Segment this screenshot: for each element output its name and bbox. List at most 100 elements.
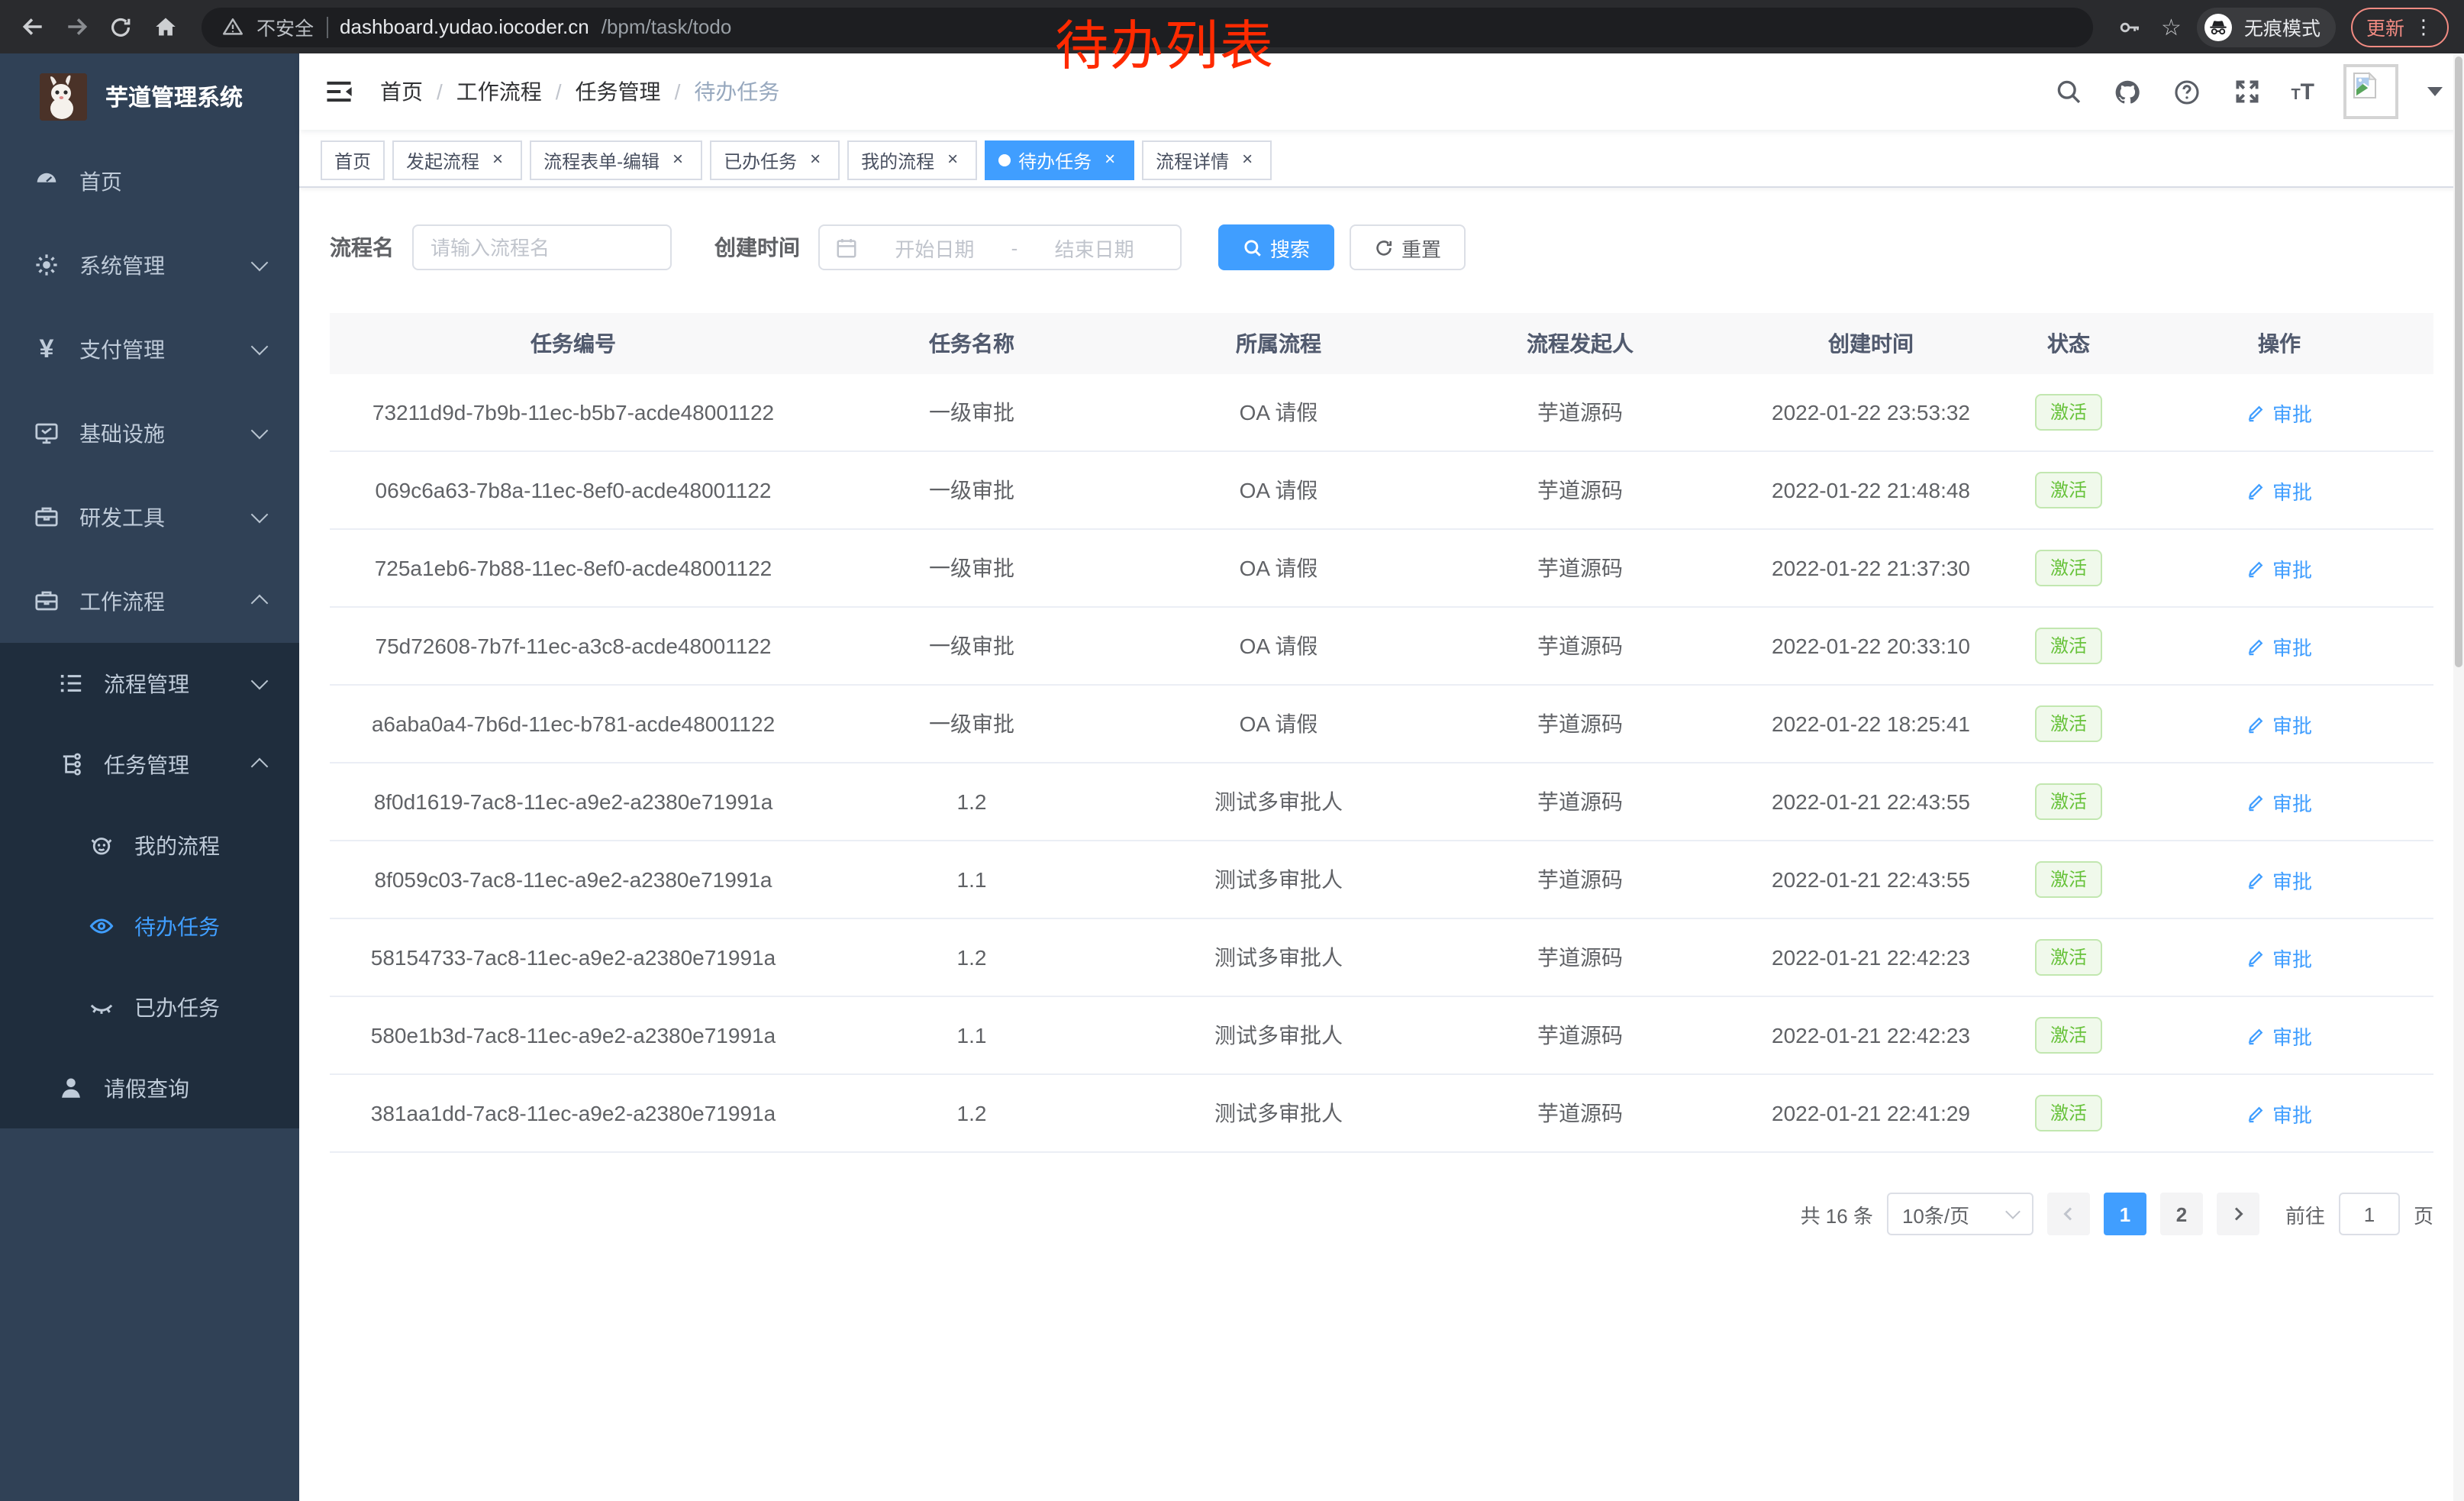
status-badge: 激活 (2035, 1095, 2102, 1131)
logo-rabbit-image (40, 73, 87, 120)
approve-link[interactable]: 审批 (2246, 1099, 2312, 1128)
table-row: 73211d9d-7b9b-11ec-b5b7-acde48001122 一级审… (330, 374, 2433, 451)
fullscreen-icon[interactable] (2231, 76, 2262, 107)
avatar[interactable] (2343, 64, 2398, 119)
forward-icon[interactable] (60, 10, 93, 44)
sidebar-item-label: 研发工具 (79, 502, 165, 532)
font-size-icon[interactable]: TT (2291, 80, 2314, 103)
sidebar-item-infrastructure[interactable]: 基础设施 (0, 391, 299, 475)
sidebar-item-label: 待办任务 (134, 911, 220, 941)
approve-link[interactable]: 审批 (2246, 476, 2312, 505)
cell-task-id: 725a1eb6-7b88-11ec-8ef0-acde48001122 (330, 529, 817, 607)
password-key-icon[interactable] (2112, 10, 2146, 44)
cell-task-id: 75d72608-7b7f-11ec-a3c8-acde48001122 (330, 607, 817, 685)
search-button[interactable]: 搜索 (1218, 224, 1334, 270)
sidebar-item-task-mgmt[interactable]: 任务管理 (0, 724, 299, 805)
cell-process: 测试多审批人 (1127, 918, 1430, 996)
search-icon[interactable] (2053, 76, 2083, 107)
tab-close-icon[interactable]: × (942, 150, 963, 171)
cell-task-id: 8f0d1619-7ac8-11ec-a9e2-a2380e71991a (330, 763, 817, 841)
tab-close-icon[interactable]: × (487, 150, 508, 171)
tab-close-icon[interactable]: × (1237, 150, 1258, 171)
tree-icon (58, 751, 84, 777)
status-badge: 激活 (2035, 705, 2102, 742)
tab-close-icon[interactable]: × (667, 150, 689, 171)
help-icon[interactable] (2172, 76, 2202, 107)
sidebar-item-workflow[interactable]: 工作流程 (0, 559, 299, 643)
approve-link[interactable]: 审批 (2246, 631, 2312, 660)
edit-icon (2246, 636, 2266, 656)
sidebar-item-my-process[interactable]: 我的流程 (0, 805, 299, 886)
total-count: 共 16 条 (1801, 1199, 1873, 1228)
page-button-2[interactable]: 2 (2160, 1193, 2203, 1235)
tab-close-icon[interactable]: × (1099, 150, 1121, 171)
sidebar-item-process-mgmt[interactable]: 流程管理 (0, 643, 299, 724)
approve-link[interactable]: 审批 (2246, 709, 2312, 738)
tab-close-icon[interactable]: × (805, 150, 826, 171)
update-button[interactable]: 更新 ⋮ (2351, 7, 2449, 47)
bookmark-star-icon[interactable]: ☆ (2161, 13, 2182, 40)
reset-button[interactable]: 重置 (1350, 224, 1466, 270)
sidebar-collapse-icon[interactable] (324, 76, 354, 107)
face-icon (89, 832, 114, 858)
page-scrollbar[interactable] (2453, 53, 2464, 1501)
approve-link[interactable]: 审批 (2246, 787, 2312, 816)
sidebar-item-label: 基础设施 (79, 418, 165, 448)
next-page-button[interactable] (2217, 1193, 2259, 1235)
sidebar-item-leave-query[interactable]: 请假查询 (0, 1047, 299, 1128)
cell-created: 2022-01-21 22:42:23 (1730, 918, 2012, 996)
tab-process-detail[interactable]: 流程详情× (1142, 140, 1272, 180)
page-button-1[interactable]: 1 (2104, 1193, 2146, 1235)
goto-page-input[interactable] (2339, 1193, 2400, 1235)
cell-process: OA 请假 (1127, 607, 1430, 685)
page-size-select[interactable]: 10条/页 (1887, 1193, 2033, 1235)
monitor-icon (34, 420, 60, 446)
tab-start-process[interactable]: 发起流程× (392, 140, 522, 180)
back-icon[interactable] (15, 10, 49, 44)
tab-form-edit[interactable]: 流程表单-编辑× (530, 140, 702, 180)
chevron-down-icon (251, 422, 269, 440)
sidebar-item-label: 首页 (79, 166, 122, 196)
logo[interactable]: 芋道管理系统 (0, 53, 299, 139)
sidebar-item-done-tasks[interactable]: 已办任务 (0, 967, 299, 1047)
sidebar-item-label: 工作流程 (79, 586, 165, 616)
cell-initiator: 芋道源码 (1430, 685, 1730, 763)
sidebar-item-payment[interactable]: ¥ 支付管理 (0, 307, 299, 391)
approve-link[interactable]: 审批 (2246, 943, 2312, 972)
tab-todo-tasks[interactable]: 待办任务× (985, 140, 1134, 180)
approve-link[interactable]: 审批 (2246, 554, 2312, 583)
breadcrumb-home[interactable]: 首页 (380, 76, 423, 107)
end-date-placeholder: 结束日期 (1024, 233, 1165, 262)
create-time-label: 创建时间 (714, 232, 800, 263)
security-label: 不安全 (256, 12, 314, 41)
not-secure-icon[interactable] (221, 15, 244, 38)
breadcrumb-current: 待办任务 (694, 76, 779, 107)
scrollbar-thumb[interactable] (2455, 56, 2462, 667)
avatar-caret-icon[interactable] (2427, 87, 2443, 96)
table-header-row: 任务编号 任务名称 所属流程 流程发起人 创建时间 状态 操作 (330, 313, 2433, 374)
date-range-picker[interactable]: 开始日期 - 结束日期 (818, 224, 1182, 270)
sidebar-item-home[interactable]: 首页 (0, 139, 299, 223)
cell-created: 2022-01-21 22:42:23 (1730, 996, 2012, 1074)
sidebar-item-dev-tools[interactable]: 研发工具 (0, 475, 299, 559)
cell-initiator: 芋道源码 (1430, 451, 1730, 529)
approve-link[interactable]: 审批 (2246, 1021, 2312, 1050)
approve-link[interactable]: 审批 (2246, 398, 2312, 427)
home-icon[interactable] (148, 10, 182, 44)
tab-home[interactable]: 首页 (321, 140, 385, 180)
process-name-input[interactable] (412, 224, 672, 270)
reload-icon[interactable] (104, 10, 137, 44)
breadcrumb-workflow[interactable]: 工作流程 (456, 76, 542, 107)
edit-icon (2246, 714, 2266, 734)
prev-page-button[interactable] (2047, 1193, 2090, 1235)
sidebar-item-todo-tasks[interactable]: 待办任务 (0, 886, 299, 967)
github-icon[interactable] (2112, 76, 2143, 107)
cell-process: 测试多审批人 (1127, 841, 1430, 918)
tab-my-process[interactable]: 我的流程× (847, 140, 977, 180)
breadcrumb-task-mgmt[interactable]: 任务管理 (576, 76, 661, 107)
tab-done-tasks[interactable]: 已办任务× (710, 140, 840, 180)
incognito-badge[interactable]: 无痕模式 (2197, 7, 2336, 47)
sidebar-item-system[interactable]: 系统管理 (0, 223, 299, 307)
browser-menu-icon[interactable]: ⋮ (2414, 15, 2433, 39)
approve-link[interactable]: 审批 (2246, 865, 2312, 894)
